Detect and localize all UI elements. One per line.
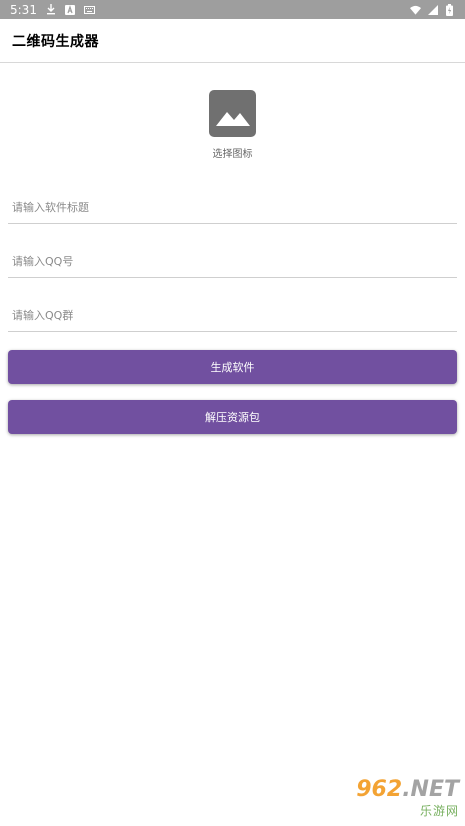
app-title-input[interactable] — [8, 192, 457, 224]
page-title: 二维码生成器 — [12, 33, 99, 50]
keyboard-icon — [83, 4, 95, 15]
watermark-text: 乐游网 — [419, 804, 459, 818]
app-bar: 二维码生成器 — [0, 19, 465, 63]
download-icon — [46, 4, 57, 15]
extract-resources-button[interactable]: 解压资源包 — [8, 400, 457, 434]
watermark-number: 962 — [356, 777, 403, 802]
status-time: 5:31 — [10, 2, 37, 17]
status-bar: 5:31 — [0, 0, 465, 19]
battery-icon — [444, 3, 455, 16]
icon-picker[interactable]: 选择图标 — [0, 90, 465, 160]
qq-group-input[interactable] — [8, 300, 457, 332]
icon-picker-label: 选择图标 — [212, 149, 253, 160]
signal-icon — [427, 4, 438, 15]
generate-app-button[interactable]: 生成软件 — [8, 350, 457, 384]
qq-number-input[interactable] — [8, 246, 457, 278]
wifi-icon — [410, 4, 421, 15]
a-box-icon — [65, 4, 76, 15]
image-icon[interactable] — [209, 90, 256, 137]
watermark-net: .NET — [402, 777, 459, 802]
watermark-logo: 962.NET 乐游网 — [327, 776, 459, 822]
